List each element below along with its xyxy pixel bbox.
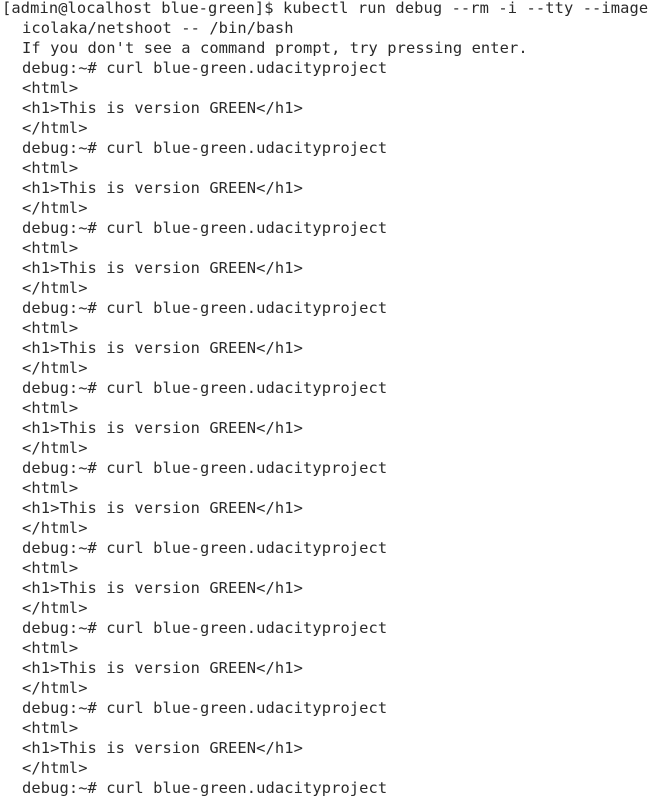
response-h1-line: <h1>This is version GREEN</h1>: [22, 499, 303, 517]
curl-command-line: debug:~# curl blue-green.udacityproject: [22, 539, 388, 557]
response-html-open: <html>: [22, 319, 79, 337]
curl-command-line: debug:~# curl blue-green.udacityproject: [22, 379, 388, 397]
curl-command-line: debug:~# curl blue-green.udacityproject: [22, 139, 388, 157]
response-html-close: </html>: [22, 119, 88, 137]
response-html-open: <html>: [22, 559, 79, 577]
response-html-open: <html>: [22, 719, 79, 737]
response-html-close: </html>: [22, 199, 88, 217]
response-h1-line: <h1>This is version GREEN</h1>: [22, 259, 303, 277]
response-h1-line: <h1>This is version GREEN</h1>: [22, 659, 303, 677]
curl-command-line: debug:~# curl blue-green.udacityproject: [22, 299, 388, 317]
response-html-close: </html>: [22, 359, 88, 377]
response-h1-line: <h1>This is version GREEN</h1>: [22, 99, 303, 117]
shell-command-continuation: icolaka/netshoot -- /bin/bash: [22, 19, 294, 37]
response-html-close: </html>: [22, 439, 88, 457]
shell-hint-line: If you don't see a command prompt, try p…: [22, 39, 528, 57]
response-h1-line: <h1>This is version GREEN</h1>: [22, 739, 303, 757]
response-html-close: </html>: [22, 679, 88, 697]
response-h1-line: <h1>This is version GREEN</h1>: [22, 579, 303, 597]
response-html-close: </html>: [22, 279, 88, 297]
response-html-open: <html>: [22, 79, 79, 97]
response-html-close: </html>: [22, 759, 88, 777]
shell-command-line: [admin@localhost blue-green]$ kubectl ru…: [2, 0, 649, 17]
response-html-close: </html>: [22, 599, 88, 617]
response-h1-line: <h1>This is version GREEN</h1>: [22, 339, 303, 357]
curl-command-line: debug:~# curl blue-green.udacityproject: [22, 219, 388, 237]
response-html-open: <html>: [22, 399, 79, 417]
response-html-open: <html>: [22, 479, 79, 497]
response-html-open: <html>: [22, 639, 79, 657]
response-h1-line: <h1>This is version GREEN</h1>: [22, 419, 303, 437]
terminal-output: [admin@localhost blue-green]$ kubectl ru…: [0, 0, 648, 798]
terminal-window[interactable]: [admin@localhost blue-green]$ kubectl ru…: [0, 0, 652, 798]
curl-command-line: debug:~# curl blue-green.udacityproject: [22, 779, 388, 797]
response-html-close: </html>: [22, 519, 88, 537]
curl-command-line: debug:~# curl blue-green.udacityproject: [22, 459, 388, 477]
curl-command-line: debug:~# curl blue-green.udacityproject: [22, 699, 388, 717]
response-html-open: <html>: [22, 159, 79, 177]
response-h1-line: <h1>This is version GREEN</h1>: [22, 179, 303, 197]
curl-command-line: debug:~# curl blue-green.udacityproject: [22, 619, 388, 637]
curl-command-line: debug:~# curl blue-green.udacityproject: [22, 59, 388, 77]
response-html-open: <html>: [22, 239, 79, 257]
